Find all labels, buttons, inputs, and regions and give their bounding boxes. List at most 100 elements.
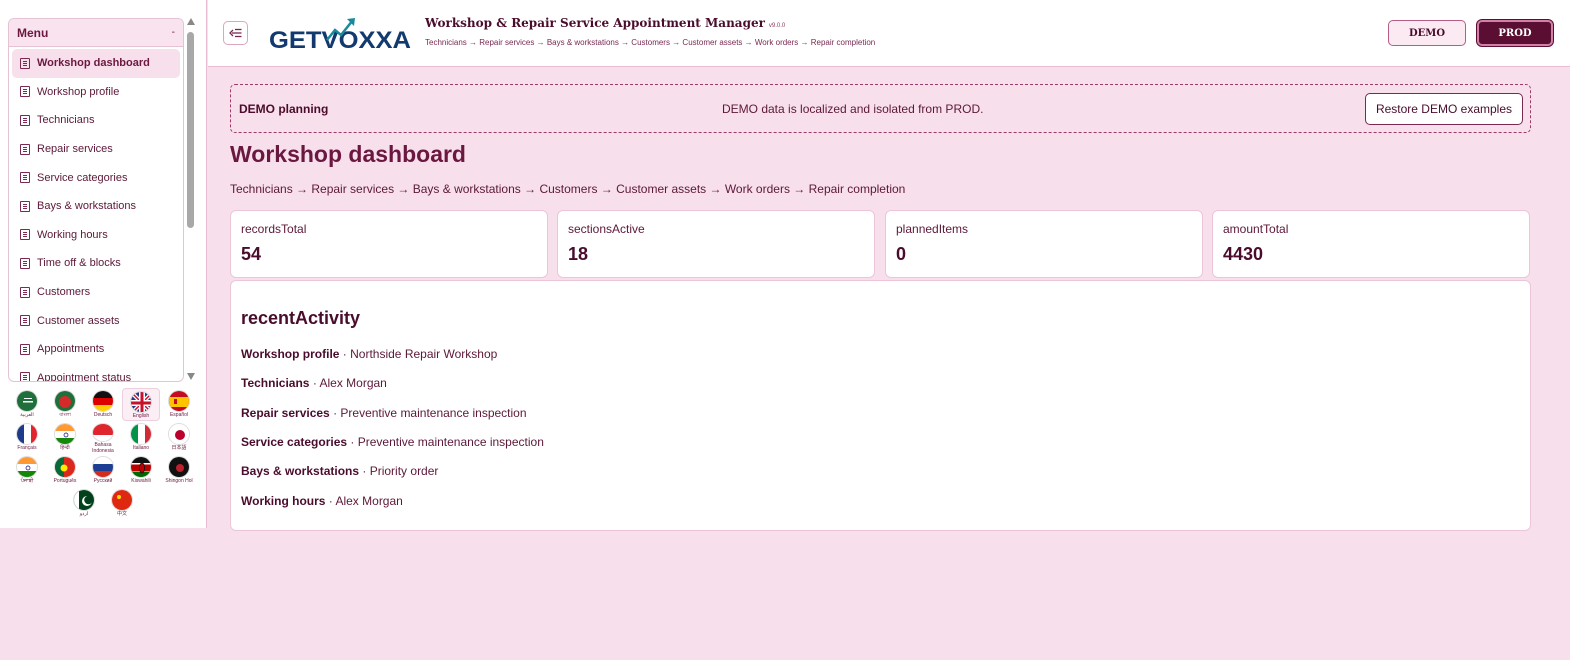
language-option[interactable]: Deutsch	[84, 388, 122, 421]
language-label: العربية	[20, 412, 34, 418]
prod-env-button[interactable]: PROD	[1477, 20, 1553, 46]
stat-label: sectionsActive	[568, 222, 645, 236]
language-row: Français हिन्दी Bahasa Indonesia Italiano 日本…	[8, 421, 198, 454]
scroll-up-arrow-icon[interactable]	[187, 18, 195, 25]
language-option[interactable]: اردو	[65, 487, 103, 520]
menu-collapse-toggle[interactable]: -	[172, 27, 175, 38]
language-option[interactable]: हिन्दी	[46, 421, 84, 454]
language-label: Português	[53, 478, 77, 484]
stat-label: recordsTotal	[241, 222, 307, 236]
menu-list: Workshop dashboard Workshop profile Techni…	[9, 47, 183, 381]
sidebar-item-customers[interactable]: Customers	[12, 278, 180, 307]
activity-item: Repair services · Preventive maintenance…	[241, 406, 527, 420]
scrollbar-thumb[interactable]	[187, 32, 194, 228]
language-option[interactable]: Français	[8, 421, 46, 454]
language-option[interactable]: Shingon Hol	[160, 454, 198, 487]
stat-value: 18	[568, 244, 589, 264]
activity-item: Technicians · Alex Morgan	[241, 376, 387, 390]
stat-value: 0	[896, 244, 907, 264]
sidebar-item-label: Repair services	[37, 143, 113, 156]
language-option[interactable]: English	[122, 388, 160, 421]
language-option[interactable]: বাংলা	[46, 388, 84, 421]
sidebar-item-customer-assets[interactable]: Customer assets	[12, 306, 180, 335]
scroll-down-arrow-icon[interactable]	[187, 373, 195, 380]
language-option[interactable]: ਪੰਜਾਬੀ	[8, 454, 46, 487]
sidebar-collapse-button[interactable]	[223, 21, 248, 45]
dark-flag-icon	[168, 456, 190, 478]
language-label: Bahasa Indonesia	[92, 442, 114, 454]
india-flag-icon	[16, 456, 38, 478]
language-label: Español	[169, 412, 189, 418]
workflow-breadcrumb: Technicians → Repair services → Bays & w…	[230, 182, 906, 196]
app-workflow-subtitle: Technicians → Repair services → Bays & w…	[425, 38, 876, 47]
sidebar-item-time-off-blocks[interactable]: Time off & blocks	[12, 249, 180, 278]
language-option[interactable]: Português	[46, 454, 84, 487]
portugal-flag-icon	[54, 456, 76, 478]
logo-text: GETVOXXA	[269, 27, 411, 54]
sidebar-item-repair-services[interactable]: Repair services	[12, 135, 180, 164]
language-option[interactable]: Kiswahili	[122, 454, 160, 487]
language-option[interactable]: 日本語	[160, 421, 198, 454]
sidebar-item-technicians[interactable]: Technicians	[12, 106, 180, 135]
demo-banner: DEMO planning DEMO data is localized and…	[230, 84, 1531, 133]
document-icon	[20, 229, 30, 241]
language-option[interactable]: Español	[160, 388, 198, 421]
germany-flag-icon	[92, 390, 114, 412]
stat-card-records-total: recordsTotal 54	[230, 210, 548, 278]
sidebar-item-workshop-dashboard[interactable]: Workshop dashboard	[12, 49, 180, 78]
sidebar-item-label: Service categories	[37, 171, 128, 184]
sidebar-item-appointments[interactable]: Appointments	[12, 335, 180, 364]
language-label: বাংলা	[59, 412, 71, 418]
language-option[interactable]: 中文	[103, 487, 141, 520]
demo-env-button[interactable]: DEMO	[1388, 20, 1466, 46]
sidebar-item-label: Customer assets	[37, 314, 120, 327]
activity-section: Service categories	[241, 435, 348, 449]
menu-scrollbar[interactable]	[186, 18, 196, 380]
document-icon	[20, 200, 30, 212]
japan-flag-icon	[168, 423, 190, 445]
uk-flag-icon	[130, 391, 152, 413]
language-label: 中文	[116, 511, 127, 517]
sidebar-item-appointment-status[interactable]: Appointment status	[12, 364, 180, 381]
language-label: Русский	[93, 478, 113, 484]
sidebar-item-workshop-profile[interactable]: Workshop profile	[12, 78, 180, 107]
language-row: العربية বাংলা Deutsch English Español	[8, 388, 198, 421]
document-icon	[20, 114, 30, 126]
app-title: Workshop & Repair Service Appointment Ma…	[425, 16, 785, 30]
pakistan-flag-icon	[73, 489, 95, 511]
recent-activity-title: recentActivity	[241, 308, 361, 328]
document-icon	[20, 372, 30, 381]
sidebar: Menu - Workshop dashboard Workshop profil…	[0, 0, 207, 528]
saudi-arabia-flag-icon	[16, 390, 38, 412]
document-icon	[20, 257, 30, 269]
restore-demo-button[interactable]: Restore DEMO examples	[1364, 93, 1523, 125]
sidebar-item-bays-workstations[interactable]: Bays & workstations	[12, 192, 180, 221]
activity-item: Working hours · Alex Morgan	[241, 494, 403, 508]
language-label: Kiswahili	[131, 478, 151, 484]
language-option[interactable]: Italiano	[122, 421, 160, 454]
bangladesh-flag-icon	[54, 390, 76, 412]
page-title: Workshop dashboard	[230, 141, 466, 167]
sidebar-item-service-categories[interactable]: Service categories	[12, 163, 180, 192]
india-flag-icon	[54, 423, 76, 445]
app-title-text: Workshop & Repair Service Appointment Ma…	[425, 16, 765, 30]
getvoxxa-logo: GETVOXXA	[269, 18, 411, 54]
activity-detail: · Preventive maintenance inspection	[350, 435, 544, 449]
document-icon	[20, 343, 30, 355]
activity-detail: · Alex Morgan	[328, 494, 403, 508]
language-option[interactable]: Русский	[84, 454, 122, 487]
sidebar-item-working-hours[interactable]: Working hours	[12, 221, 180, 250]
activity-item: Bays & workstations · Priority order	[241, 464, 438, 478]
language-label: Italiano	[132, 445, 150, 451]
china-flag-icon	[111, 489, 133, 511]
activity-section: Workshop profile	[241, 347, 340, 361]
activity-detail: · Alex Morgan	[312, 376, 387, 390]
menu-panel: Menu - Workshop dashboard Workshop profil…	[8, 18, 184, 382]
language-label: Deutsch	[93, 412, 113, 418]
sidebar-item-label: Bays & workstations	[37, 200, 137, 213]
sidebar-item-label: Customers	[37, 286, 91, 299]
activity-item: Service categories · Preventive maintena…	[241, 435, 544, 449]
spain-flag-icon	[168, 390, 190, 412]
language-option[interactable]: العربية	[8, 388, 46, 421]
language-option[interactable]: Bahasa Indonesia	[84, 421, 122, 454]
